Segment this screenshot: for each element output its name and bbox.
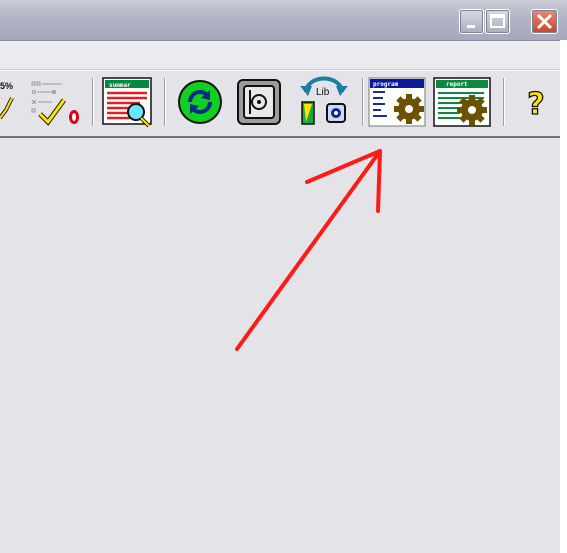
annotation-arrow [235,149,382,351]
